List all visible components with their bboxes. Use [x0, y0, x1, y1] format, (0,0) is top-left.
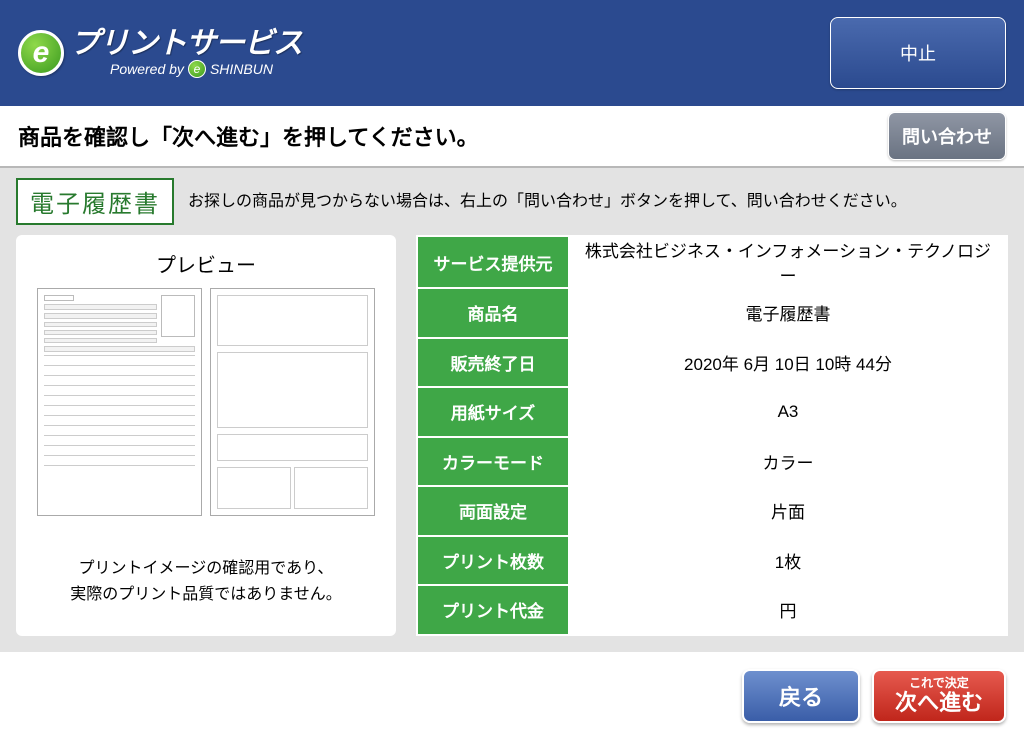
next-button[interactable]: これで決定 次へ進む	[872, 669, 1006, 723]
detail-label: 両面設定	[417, 486, 569, 536]
detail-value: 片面	[569, 486, 1007, 536]
inquiry-button[interactable]: 問い合わせ	[888, 112, 1006, 160]
preview-page-2	[210, 288, 375, 516]
table-row: プリント枚数1枚	[417, 536, 1007, 586]
detail-label: プリント枚数	[417, 536, 569, 586]
detail-value: 円	[569, 585, 1007, 635]
instruction-bar: 商品を確認し「次へ進む」を押してください。 問い合わせ	[0, 106, 1024, 166]
detail-value: 電子履歴書	[569, 288, 1007, 338]
instruction-text: 商品を確認し「次へ進む」を押してください。	[18, 120, 479, 152]
logo-sub-text: Powered by e SHINBUN	[70, 60, 302, 78]
detail-label: プリント代金	[417, 585, 569, 635]
cancel-button[interactable]: 中止	[830, 17, 1006, 89]
table-row: 販売終了日2020年 6月 10日 10時 44分	[417, 338, 1007, 388]
detail-label: 販売終了日	[417, 338, 569, 388]
logo-main-text: プリントサービス	[70, 28, 302, 60]
table-row: カラーモードカラー	[417, 437, 1007, 487]
preview-title: プレビュー	[156, 249, 256, 278]
preview-pages	[37, 288, 375, 516]
detail-value: 2020年 6月 10日 10時 44分	[569, 338, 1007, 388]
header: e プリントサービス Powered by e SHINBUN 中止	[0, 0, 1024, 106]
content-panel: 電子履歴書 お探しの商品が見つからない場合は、右上の「問い合わせ」ボタンを押して…	[0, 166, 1024, 652]
detail-value: カラー	[569, 437, 1007, 487]
detail-value: 1枚	[569, 536, 1007, 586]
detail-label: サービス提供元	[417, 236, 569, 288]
table-row: サービス提供元株式会社ビジネス・インフォメーション・テクノロジー	[417, 236, 1007, 288]
table-row: 両面設定片面	[417, 486, 1007, 536]
detail-value: A3	[569, 387, 1007, 437]
table-row: 商品名電子履歴書	[417, 288, 1007, 338]
detail-label: 商品名	[417, 288, 569, 338]
detail-label: カラーモード	[417, 437, 569, 487]
footer-buttons: 戻る これで決定 次へ進む	[742, 669, 1006, 723]
detail-value: 株式会社ビジネス・インフォメーション・テクノロジー	[569, 236, 1007, 288]
table-row: 用紙サイズA3	[417, 387, 1007, 437]
logo-e-icon: e	[18, 30, 64, 76]
detail-label: 用紙サイズ	[417, 387, 569, 437]
table-row: プリント代金円	[417, 585, 1007, 635]
preview-card: プレビュー	[16, 235, 396, 636]
back-button[interactable]: 戻る	[742, 669, 860, 723]
logo-sub-e-icon: e	[188, 60, 206, 78]
preview-note: プリントイメージの確認用であり、 実際のプリント品質ではありません。	[70, 556, 342, 607]
logo: e プリントサービス Powered by e SHINBUN	[18, 28, 302, 78]
detail-table: サービス提供元株式会社ビジネス・インフォメーション・テクノロジー商品名電子履歴書…	[416, 235, 1008, 636]
top-hint: お探しの商品が見つからない場合は、右上の「問い合わせ」ボタンを押して、問い合わせ…	[188, 190, 1008, 214]
preview-page-1	[37, 288, 202, 516]
product-tag: 電子履歴書	[16, 178, 174, 225]
